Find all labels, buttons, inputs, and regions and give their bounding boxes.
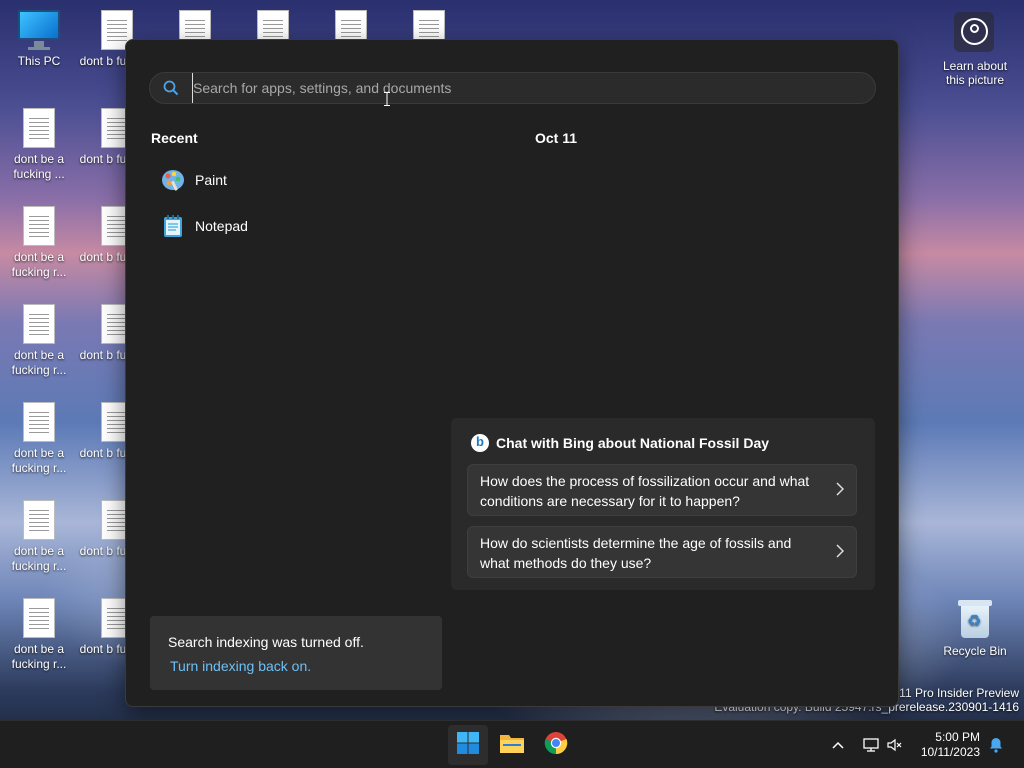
desktop-icon-document[interactable]: dont be a fucking r... [1, 402, 77, 476]
document-icon [23, 304, 55, 344]
chevron-right-icon [836, 481, 845, 501]
computer-icon [18, 10, 60, 50]
search-input[interactable] [192, 73, 875, 103]
file-explorer-icon [499, 732, 525, 759]
network-icon[interactable] [858, 738, 884, 752]
desktop-icon-document[interactable]: dont be a fucking ... [1, 108, 77, 182]
bing-chat-title: Chat with Bing about National Fossil Day [471, 434, 769, 452]
taskbar: 5:00 PM 10/11/2023 [0, 720, 1024, 768]
volume-muted-icon[interactable] [884, 738, 906, 752]
desktop-icon-label: dont be a fucking r... [11, 642, 67, 671]
desktop-icon-document[interactable]: dont be a fucking r... [1, 304, 77, 378]
recycle-bin-icon: ♻ [958, 598, 992, 640]
chrome-button[interactable] [536, 725, 576, 765]
recent-item-label: Paint [195, 172, 227, 188]
document-icon [23, 206, 55, 246]
desktop-icon-label: dont be a fucking r... [11, 250, 67, 279]
bing-suggestion[interactable]: How does the process of fossilization oc… [467, 464, 857, 516]
desktop-icon-document[interactable]: dont be a fucking r... [1, 500, 77, 574]
desktop-icon-recycle-bin[interactable]: ♻ Recycle Bin [937, 598, 1013, 659]
learn-about-picture-label[interactable]: Learn about this picture [936, 59, 1014, 87]
start-button[interactable] [448, 725, 488, 765]
paint-icon [151, 168, 195, 192]
text-cursor-icon [384, 92, 390, 106]
bing-icon [471, 434, 489, 452]
document-icon [23, 108, 55, 148]
chevron-up-icon[interactable] [828, 741, 848, 749]
chrome-icon [544, 731, 568, 760]
desktop-icon-this-pc[interactable]: This PC [1, 10, 77, 69]
search-panel: Recent Oct 11 Paint Notepad Chat with Bi… [125, 39, 899, 707]
desktop-icon-label: dont be a fucking ... [13, 152, 65, 181]
document-icon [23, 598, 55, 638]
desktop-icon-label: dont be a fucking r... [11, 446, 67, 475]
recent-item-label: Notepad [195, 218, 248, 234]
clock-time: 5:00 PM [935, 730, 980, 744]
bing-suggestion-text: How does the process of fossilization oc… [480, 473, 810, 509]
notification-bell-icon[interactable] [988, 737, 1004, 758]
desktop-icon-document[interactable]: dont be a fucking r... [1, 598, 77, 672]
desktop-icon-label: dont be a fucking r... [11, 348, 67, 377]
system-tray [828, 721, 906, 768]
bing-chat-card: Chat with Bing about National Fossil Day… [451, 418, 875, 590]
chevron-right-icon [836, 543, 845, 563]
document-icon [23, 500, 55, 540]
desktop-icon-document[interactable]: dont be a fucking r... [1, 206, 77, 280]
search-icon [150, 80, 192, 96]
document-icon [23, 402, 55, 442]
file-explorer-button[interactable] [492, 725, 532, 765]
indexing-message: Search indexing was turned off. [168, 634, 364, 650]
search-box[interactable] [149, 72, 876, 104]
notepad-icon [151, 214, 195, 238]
date-section-title: Oct 11 [535, 130, 578, 146]
start-icon [456, 731, 480, 760]
bing-suggestion[interactable]: How do scientists determine the age of f… [467, 526, 857, 578]
indexing-notice: Search indexing was turned off. Turn ind… [150, 616, 442, 690]
taskbar-clock[interactable]: 5:00 PM 10/11/2023 [921, 730, 980, 760]
recent-item-paint[interactable]: Paint [151, 160, 451, 200]
bing-chat-title-text: Chat with Bing about National Fossil Day [496, 435, 770, 451]
recent-section-title: Recent [151, 130, 198, 146]
turn-indexing-on-link[interactable]: Turn indexing back on. [170, 658, 424, 674]
desktop-icon-label: dont be a fucking r... [11, 544, 67, 573]
clock-date: 10/11/2023 [920, 745, 980, 759]
learn-about-picture-icon[interactable] [954, 12, 994, 52]
desktop-icon-label: Recycle Bin [943, 644, 1007, 658]
recent-item-notepad[interactable]: Notepad [151, 206, 451, 246]
bing-suggestion-text: How do scientists determine the age of f… [480, 535, 792, 571]
desktop-icon-label: This PC [17, 54, 61, 68]
